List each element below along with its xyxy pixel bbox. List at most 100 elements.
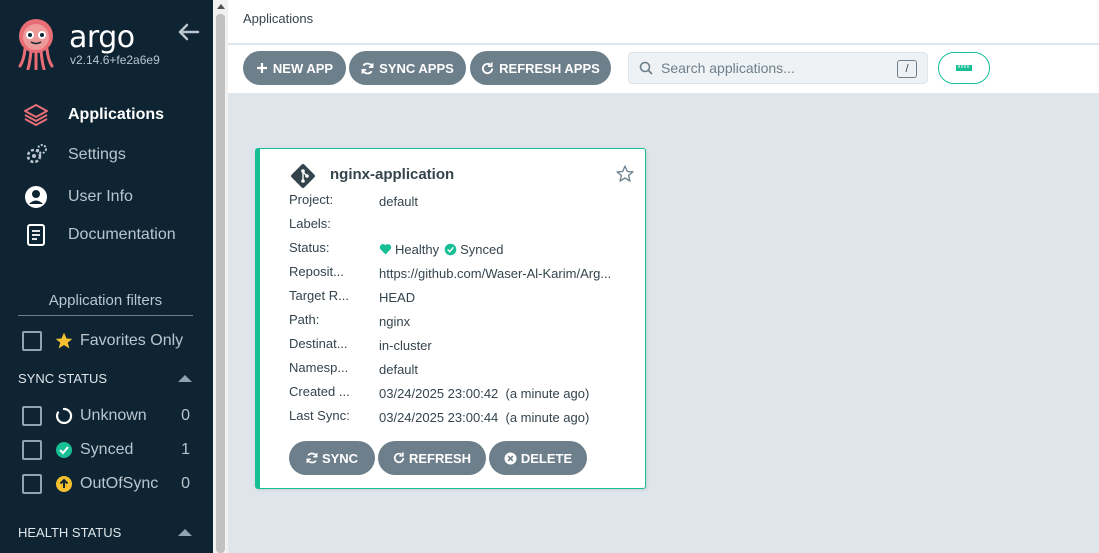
field-target-revision: Target R... HEAD xyxy=(289,288,629,306)
sidebar: argo v2.14.6+fe2a6e9 Applications Settin… xyxy=(0,0,213,553)
sync-filter-synced[interactable]: Synced 1 xyxy=(22,438,190,462)
sync-status-title: SYNC STATUS xyxy=(18,370,108,386)
field-destination: Destinat... in-cluster xyxy=(289,336,629,354)
status-values: Healthy Synced xyxy=(379,240,629,258)
outofsync-count: 0 xyxy=(181,475,190,492)
nav-label: Settings xyxy=(68,146,126,163)
new-app-button[interactable]: NEW APP xyxy=(243,51,346,85)
outofsync-label: OutOfSync xyxy=(80,475,159,492)
field-created: Created ... 03/24/2025 23:00:42 (a minut… xyxy=(289,384,629,402)
field-key: Created ... xyxy=(289,384,350,399)
health-status-section-header[interactable]: HEALTH STATUS xyxy=(18,522,194,542)
unknown-label: Unknown xyxy=(80,407,147,424)
sync-apps-label: SYNC APPS xyxy=(379,60,454,76)
collapse-caret-icon xyxy=(178,528,192,536)
tiles-view-icon xyxy=(956,65,972,71)
search-shortcut-key: / xyxy=(897,60,917,78)
nav-label: User Info xyxy=(68,188,133,205)
collapse-sidebar-arrow-icon[interactable] xyxy=(176,22,200,42)
favorite-star-icon[interactable] xyxy=(615,164,635,184)
book-icon xyxy=(22,222,50,248)
refresh-apps-label: REFRESH APPS xyxy=(499,60,600,76)
unknown-checkbox[interactable] xyxy=(22,406,42,426)
check-circle-icon xyxy=(54,440,74,460)
nav-settings[interactable]: Settings xyxy=(22,142,207,168)
field-value: 03/24/2025 23:00:44 (a minute ago) xyxy=(379,409,590,425)
breadcrumb[interactable]: Applications xyxy=(243,11,313,26)
new-app-label: NEW APP xyxy=(272,60,334,76)
field-key: Namesp... xyxy=(289,360,349,375)
gears-icon xyxy=(22,142,50,168)
health-status: Healthy xyxy=(395,241,440,257)
sync-filter-unknown[interactable]: Unknown 0 xyxy=(22,404,190,428)
nav-user-info[interactable]: User Info xyxy=(22,184,207,210)
refresh-apps-button[interactable]: REFRESH APPS xyxy=(470,51,611,85)
plus-icon xyxy=(256,62,268,74)
sync-filter-outofsync[interactable]: OutOfSync 0 xyxy=(22,472,190,496)
filters-title: Application filters xyxy=(18,292,193,316)
application-card[interactable]: nginx-application Project: default Label… xyxy=(255,148,646,489)
argo-octopus-logo xyxy=(18,19,54,70)
times-circle-icon xyxy=(504,451,517,465)
refresh-icon xyxy=(393,452,405,464)
layers-icon xyxy=(22,102,50,128)
field-path: Path: nginx xyxy=(289,312,629,330)
delete-label: DELETE xyxy=(520,450,573,466)
sync-icon xyxy=(306,452,318,464)
unknown-count: 0 xyxy=(181,407,190,424)
refresh-label: REFRESH xyxy=(408,450,472,466)
sync-apps-button[interactable]: SYNC APPS xyxy=(349,51,466,85)
field-key: Last Sync: xyxy=(289,408,350,423)
favorites-checkbox[interactable] xyxy=(22,331,42,351)
view-toggle-button[interactable] xyxy=(938,52,990,84)
search-icon xyxy=(639,61,653,75)
field-value: default xyxy=(379,193,419,209)
field-key: Destinat... xyxy=(289,336,348,351)
app-title[interactable]: nginx-application xyxy=(330,166,454,183)
sidebar-scrollbar[interactable] xyxy=(213,0,228,553)
synced-label: Synced xyxy=(80,441,134,458)
field-value: HEAD xyxy=(379,289,416,305)
field-key: Status: xyxy=(289,240,330,255)
outofsync-checkbox[interactable] xyxy=(22,474,42,494)
field-value: default xyxy=(379,361,419,377)
scrollbar-thumb[interactable] xyxy=(216,14,225,553)
nav-applications[interactable]: Applications xyxy=(22,102,207,128)
scroll-up-arrow-icon[interactable] xyxy=(217,4,225,9)
sync-label: SYNC xyxy=(321,450,359,466)
favorites-only-filter[interactable]: Favorites Only xyxy=(22,329,190,353)
star-icon xyxy=(54,331,74,351)
sync-status-section-header[interactable]: SYNC STATUS xyxy=(18,368,194,388)
field-key: Reposit... xyxy=(289,264,344,279)
field-status: Status: Healthy Synced xyxy=(289,240,629,258)
synced-count: 1 xyxy=(181,441,190,458)
sync-icon xyxy=(361,62,374,75)
field-key: Path: xyxy=(289,312,320,327)
circle-notch-icon xyxy=(54,406,74,426)
field-key: Labels: xyxy=(289,216,331,231)
synced-checkbox[interactable] xyxy=(22,440,42,460)
nav-label: Applications xyxy=(68,106,165,123)
field-repository: Reposit... https://github.com/Waser-Al-K… xyxy=(289,264,629,282)
field-key: Target R... xyxy=(289,288,349,303)
toolbar: NEW APP SYNC APPS REFRESH APPS / xyxy=(228,45,1099,94)
logo-text: argo xyxy=(69,20,135,55)
refresh-button[interactable]: REFRESH xyxy=(378,441,486,475)
field-value: nginx xyxy=(379,313,411,329)
search-box[interactable]: / xyxy=(628,52,928,84)
field-value xyxy=(379,216,629,234)
field-value: 03/24/2025 23:00:42 (a minute ago) xyxy=(379,385,590,401)
collapse-caret-icon xyxy=(178,374,192,382)
favorites-label: Favorites Only xyxy=(80,332,184,349)
refresh-icon xyxy=(481,61,494,75)
top-header: Applications xyxy=(228,0,1099,44)
sync-button[interactable]: SYNC xyxy=(289,441,375,475)
delete-button[interactable]: DELETE xyxy=(489,441,587,475)
arrow-up-circle-icon xyxy=(54,474,74,494)
nav-documentation[interactable]: Documentation xyxy=(22,222,207,248)
field-project: Project: default xyxy=(289,192,629,210)
field-value: in-cluster xyxy=(379,337,432,353)
field-labels: Labels: xyxy=(289,216,629,234)
field-value: https://github.com/Waser-Al-Karim/Arg... xyxy=(379,265,612,281)
search-input[interactable] xyxy=(661,60,891,76)
